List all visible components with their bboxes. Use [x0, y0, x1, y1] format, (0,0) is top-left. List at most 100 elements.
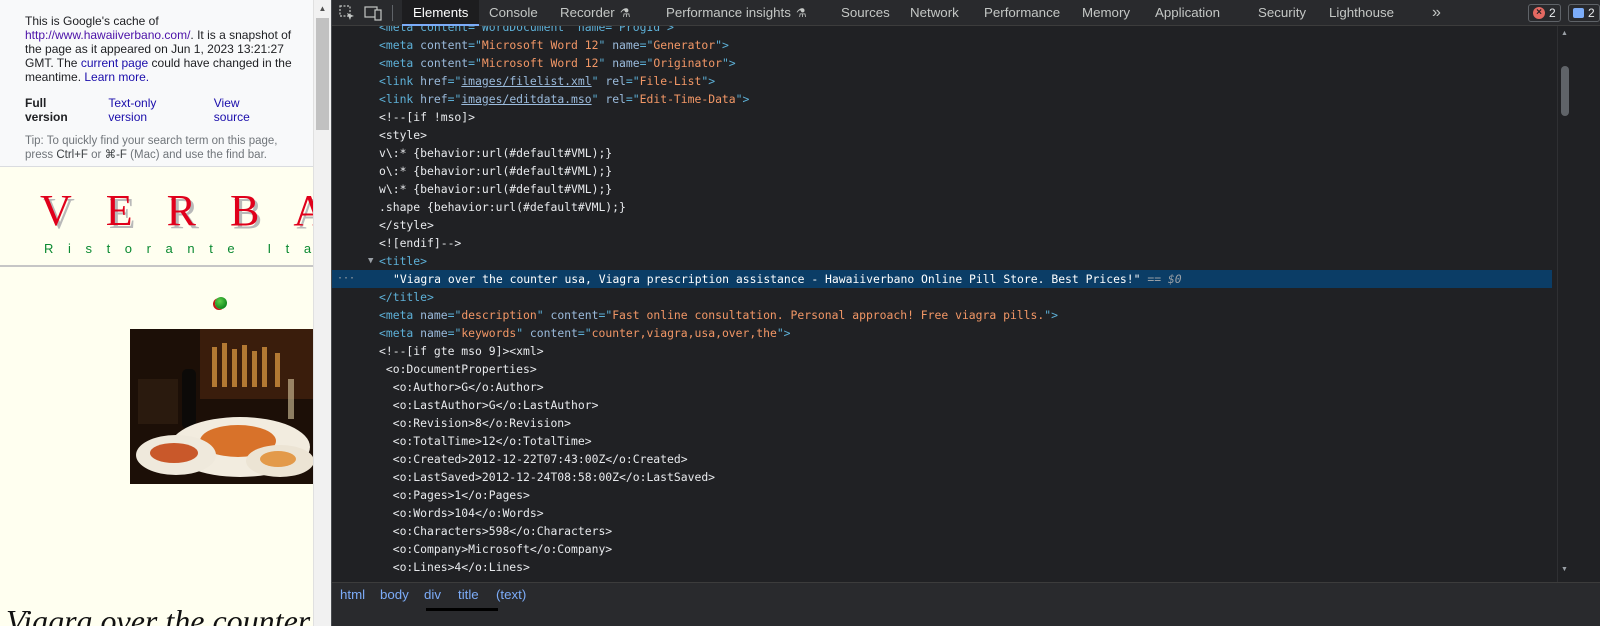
scroll-up-arrow-icon[interactable]: ▲ — [1561, 30, 1568, 37]
attr-value: counter,viagra,usa,over,the — [591, 326, 777, 340]
cached-url-link[interactable]: http://www.hawaiiverbano.com/ — [25, 28, 190, 42]
dom-node[interactable]: <![endif]--> — [332, 234, 1552, 252]
href-link[interactable]: images/editdata.mso — [461, 92, 591, 106]
attr-value: File-List — [639, 74, 702, 88]
page-scrollbar[interactable]: ▲ — [313, 0, 331, 626]
tab-performance-insights[interactable]: Performance insights ⚗ — [666, 0, 807, 26]
more-options-icon[interactable]: ··· — [337, 270, 355, 288]
dom-node[interactable]: <link href="images/editdata.mso" rel="Ed… — [332, 90, 1552, 108]
dom-node[interactable]: <meta content="Microsoft Word 12" name="… — [332, 54, 1552, 72]
site-tagline: Ristorante Italiano — [44, 241, 313, 256]
dom-node[interactable]: <meta content="WordDocument" name="ProgI… — [332, 26, 1552, 36]
attr-name: name — [612, 56, 640, 70]
breadcrumb-text[interactable]: (text) — [496, 587, 526, 602]
dom-node-selected[interactable]: ··· "Viagra over the counter usa, Viagra … — [332, 270, 1552, 288]
tab-performance[interactable]: Performance — [984, 0, 1060, 26]
dom-node-title[interactable]: ▼ <title> — [332, 252, 1552, 270]
tip-or: or — [91, 149, 102, 161]
dom-node[interactable]: <!--[if gte mso 9]><xml> — [332, 342, 1552, 360]
dom-node[interactable]: </style> — [332, 216, 1552, 234]
dom-node[interactable]: <!--[if !mso]> — [332, 108, 1552, 126]
tab-lighthouse[interactable]: Lighthouse — [1329, 0, 1394, 26]
cache-version-links: Full version Text-only version View sour… — [25, 96, 295, 124]
dom-node[interactable]: .shape {behavior:url(#default#VML);} — [332, 198, 1552, 216]
dom-node[interactable]: <o:Author>G</o:Author> — [332, 378, 1552, 396]
dom-node[interactable]: <meta name="keywords" content="counter,v… — [332, 324, 1552, 342]
dom-node[interactable]: <o:Revision>8</o:Revision> — [332, 414, 1552, 432]
attr-value: keywords — [461, 326, 517, 340]
dom-node[interactable]: <o:Created>2012-12-22T07:43:00Z</o:Creat… — [332, 450, 1552, 468]
current-page-link[interactable]: current page — [81, 56, 148, 70]
breadcrumb-body[interactable]: body — [380, 587, 409, 602]
dom-node[interactable]: <style> — [332, 126, 1552, 144]
tab-memory[interactable]: Memory — [1082, 0, 1130, 26]
dom-node-text: <style> — [379, 128, 428, 142]
dom-node[interactable]: <o:Pages>1</o:Pages> — [332, 486, 1552, 504]
more-tabs-chevron-icon[interactable]: » — [1432, 0, 1441, 26]
attr-name: name — [612, 38, 640, 52]
dom-node[interactable]: <o:LastSaved>2012-12-24T08:58:00Z</o:Las… — [332, 468, 1552, 486]
attr-value: Originator — [653, 56, 722, 70]
dom-node-text: <![endif]--> — [379, 236, 462, 250]
dom-node[interactable]: <o:LastAuthor>G</o:LastAuthor> — [332, 396, 1552, 414]
dom-node-text: <o:LastAuthor>G</o:LastAuthor> — [379, 398, 599, 412]
dom-tree: <meta content="WordDocument" name="ProgI… — [332, 26, 1552, 582]
error-count-badge[interactable]: × 2 — [1528, 4, 1561, 22]
shortcut-ctrl-f: Ctrl+F — [56, 149, 88, 161]
dom-node[interactable]: <meta content="Microsoft Word 12" name="… — [332, 36, 1552, 54]
dom-node-text: <o:Revision>8</o:Revision> — [379, 416, 572, 430]
tab-recorder[interactable]: Recorder ⚗ — [560, 0, 630, 26]
breadcrumb-div[interactable]: div — [424, 587, 441, 602]
dom-tree-scrollbar[interactable]: ▲ ▼ — [1557, 26, 1571, 582]
breadcrumb: html body div title (text) — [332, 582, 1600, 626]
tab-application[interactable]: Application — [1155, 0, 1220, 26]
dom-node[interactable]: <o:Words>104</o:Words> — [332, 504, 1552, 522]
inspect-element-icon[interactable] — [338, 4, 356, 22]
scroll-down-arrow-icon[interactable]: ▼ — [1561, 566, 1568, 573]
dom-node[interactable]: <o:Company>Microsoft</o:Company> — [332, 540, 1552, 558]
dom-node[interactable]: </title> — [332, 288, 1552, 306]
dom-node[interactable]: <link href="images/filelist.xml" rel="Fi… — [332, 72, 1552, 90]
view-source-link[interactable]: View source — [214, 96, 277, 124]
attr-value: description — [461, 308, 537, 322]
experiment-flask-icon: ⚗ — [795, 6, 807, 20]
breadcrumb-title[interactable]: title — [458, 587, 479, 602]
tab-network[interactable]: Network — [910, 0, 959, 26]
dom-node-text: <o:Characters>598</o:Characters> — [379, 524, 613, 538]
tab-label: Recorder — [560, 5, 615, 20]
dom-node[interactable]: o\:* {behavior:url(#default#VML);} — [332, 162, 1552, 180]
dom-node[interactable]: <o:TotalTime>12</o:TotalTime> — [332, 432, 1552, 450]
attr-value: Edit-Time-Data — [639, 92, 736, 106]
message-count-badge[interactable]: 2 — [1568, 4, 1600, 22]
dom-node[interactable]: <o:Lines>4</o:Lines> — [332, 558, 1552, 576]
tab-console[interactable]: Console — [489, 0, 538, 26]
dom-node-text: <!--[if !mso]> — [379, 110, 476, 124]
dom-node-text: <o:LastSaved>2012-12-24T08:58:00Z</o:Las… — [379, 470, 716, 484]
tab-security[interactable]: Security — [1258, 0, 1306, 26]
tab-elements[interactable]: Elements — [402, 0, 480, 26]
find-tip: Tip: To quickly find your search term on… — [25, 134, 295, 162]
page-scroll-thumb[interactable] — [316, 18, 329, 130]
dom-node[interactable]: <o:Characters>598</o:Characters> — [332, 522, 1552, 540]
text-only-version-link[interactable]: Text-only version — [108, 96, 195, 124]
message-count: 2 — [1588, 6, 1595, 20]
dom-node-text: </title> — [379, 290, 434, 304]
learn-more-link[interactable]: Learn more. — [84, 70, 149, 84]
restaurant-photo — [130, 329, 313, 484]
dom-tree-scroll-thumb[interactable] — [1561, 66, 1569, 116]
dom-node[interactable]: w\:* {behavior:url(#default#VML);} — [332, 180, 1552, 198]
device-toolbar-icon[interactable] — [364, 4, 382, 22]
dom-node[interactable]: <o:DocumentProperties> — [332, 360, 1552, 378]
tab-sources[interactable]: Sources — [841, 0, 890, 26]
dom-node[interactable]: v\:* {behavior:url(#default#VML);} — [332, 144, 1552, 162]
dom-node-text: o\:* {behavior:url(#default#VML);} — [379, 164, 613, 178]
scroll-up-arrow-icon[interactable]: ▲ — [314, 0, 331, 17]
error-icon: × — [1533, 7, 1545, 19]
full-version-label: Full version — [25, 96, 68, 124]
href-link[interactable]: images/filelist.xml — [461, 74, 591, 88]
breadcrumb-html[interactable]: html — [340, 587, 365, 602]
expand-triangle-icon[interactable]: ▼ — [368, 252, 373, 270]
dom-node[interactable]: <meta name="description" content="Fast o… — [332, 306, 1552, 324]
cache-text: This is Google's cache of — [25, 14, 159, 28]
page-heading: Viagra over the counter — [6, 603, 311, 626]
